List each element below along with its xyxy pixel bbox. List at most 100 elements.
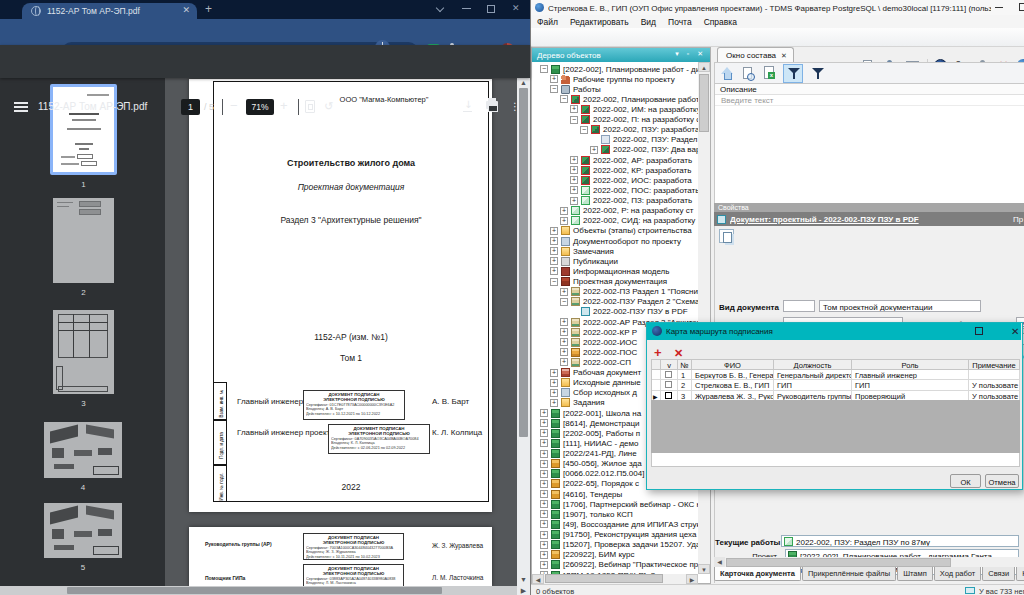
tdms-minimize-button[interactable]	[995, 7, 1003, 8]
pdf-vertical-scrollbar[interactable]: ▲ ▼	[517, 78, 530, 586]
document-title-link[interactable]: Документ: проектный - 2022-002-ПЗУ ПЗУ в…	[730, 215, 1000, 224]
menu-Редактировать[interactable]: Редактировать	[564, 15, 635, 27]
expand-icon[interactable]: +	[550, 237, 558, 245]
scrollbar-corner[interactable]: ▶	[517, 586, 530, 595]
browser-close-button[interactable]: ✕	[512, 4, 520, 13]
expand-icon[interactable]: +	[550, 389, 558, 397]
vid-code-input[interactable]	[783, 300, 815, 312]
zoom-out-icon[interactable]: −	[230, 98, 238, 113]
page-number-input[interactable]: 1	[181, 99, 200, 115]
expand-icon[interactable]: +	[540, 429, 548, 437]
expand-icon[interactable]: +	[550, 227, 558, 235]
expand-icon[interactable]: +	[540, 480, 548, 488]
tree-vertical-scrollbar[interactable]: ▲ ▼	[698, 62, 710, 574]
browser-maximize-button[interactable]	[487, 5, 495, 13]
dialog-close-button[interactable]: ✕	[1011, 326, 1019, 337]
filter-input[interactable]: Введите текст	[715, 95, 1024, 106]
expand-icon[interactable]: +	[550, 369, 558, 377]
expand-icon[interactable]: +	[540, 409, 548, 417]
expand-icon[interactable]: +	[540, 500, 548, 508]
page-thumbnail-4[interactable]	[44, 422, 122, 478]
tdms-maximize-button[interactable]	[1019, 3, 1024, 11]
ok-button[interactable]: ОК	[950, 474, 981, 488]
expand-icon[interactable]: +	[560, 358, 568, 366]
expand-icon[interactable]: +	[540, 561, 548, 569]
collapse-icon[interactable]: −	[580, 126, 588, 134]
tab-Карточка документа[interactable]: Карточка документа	[714, 567, 801, 581]
pdf-horizontal-scrollbar[interactable]	[0, 586, 517, 595]
fit-page-icon[interactable]	[305, 100, 315, 113]
add-row-icon[interactable]: +	[654, 345, 662, 360]
expand-icon[interactable]: +	[590, 146, 598, 154]
browser-tab[interactable]: 1152-АР Том АР-ЭП.pdf ✕	[22, 3, 197, 19]
menu-Вид[interactable]: Вид	[635, 15, 662, 27]
collapse-icon[interactable]: −	[550, 278, 558, 286]
new-tab-button[interactable]: +	[205, 2, 212, 16]
rotate-icon[interactable]: ↻	[324, 100, 333, 113]
current-work-field[interactable]: 2022-002, ПЗУ: Раздел ПЗУ по 87му	[781, 535, 1019, 547]
expand-icon[interactable]: +	[550, 399, 558, 407]
expand-icon[interactable]: +	[540, 541, 548, 549]
row-checkbox[interactable]	[665, 371, 672, 378]
expand-icon[interactable]: +	[560, 348, 568, 356]
print-icon[interactable]	[486, 101, 498, 109]
page-thumbnail-5[interactable]	[44, 503, 122, 558]
menu-Справка[interactable]: Справка	[698, 15, 743, 27]
tab-Связи[interactable]: Связи	[982, 567, 1015, 581]
tab-close-icon[interactable]: ✕	[182, 5, 190, 15]
panel-buttons[interactable]: ▾ ▫ ✕	[675, 50, 706, 58]
search-document-icon[interactable]	[743, 67, 752, 79]
expand-icon[interactable]: +	[560, 207, 568, 215]
expand-icon[interactable]: +	[540, 551, 548, 559]
tab-close-icon[interactable]: ✕	[781, 52, 787, 59]
expand-icon[interactable]: +	[560, 217, 568, 225]
download-icon[interactable]: ↓	[464, 99, 472, 110]
expand-icon[interactable]: +	[540, 470, 548, 478]
cancel-button[interactable]: Отмена	[985, 474, 1019, 488]
tab-search-icon[interactable]	[436, 4, 444, 12]
pdf-menu-icon[interactable]	[14, 102, 28, 112]
collapse-icon[interactable]: −	[540, 65, 548, 73]
copy-button[interactable]	[719, 229, 734, 243]
tab-Ход работ[interactable]: Ход работ	[934, 567, 981, 581]
expand-icon[interactable]: +	[550, 247, 558, 255]
excel-export-icon[interactable]	[764, 66, 774, 79]
tab-Штамп[interactable]: Штамп	[897, 567, 933, 581]
expand-icon[interactable]: +	[550, 379, 558, 387]
expand-icon[interactable]: +	[560, 288, 568, 296]
up-arrow-icon[interactable]	[720, 66, 734, 80]
form-horizontal-scrollbar[interactable]: ◀	[714, 557, 1024, 567]
collapse-icon[interactable]: −	[560, 95, 568, 103]
expand-icon[interactable]: +	[540, 531, 548, 539]
collapse-icon[interactable]: −	[550, 85, 558, 93]
expand-icon[interactable]: +	[560, 318, 568, 326]
dialog-maximize-button[interactable]	[975, 327, 983, 335]
expand-icon[interactable]: +	[550, 267, 558, 275]
zoom-level[interactable]: 71%	[246, 99, 274, 115]
expand-icon[interactable]: +	[570, 105, 578, 113]
expand-icon[interactable]: +	[540, 490, 548, 498]
zoom-in-icon[interactable]: +	[280, 98, 288, 113]
column-header[interactable]: Описание	[715, 84, 1024, 95]
expand-icon[interactable]: +	[570, 186, 578, 194]
filter-button-selected[interactable]	[783, 64, 803, 83]
row-checkbox[interactable]	[665, 381, 672, 388]
expand-icon[interactable]: +	[570, 176, 578, 184]
menu-Файл[interactable]: Файл	[531, 15, 564, 27]
expand-icon[interactable]: +	[540, 510, 548, 518]
filter-edit-icon[interactable]	[811, 67, 825, 80]
expand-icon[interactable]: +	[540, 520, 548, 528]
expand-icon[interactable]: +	[560, 338, 568, 346]
expand-icon[interactable]: +	[570, 197, 578, 205]
page-thumbnail-1[interactable]	[50, 84, 117, 175]
expand-icon[interactable]: +	[550, 257, 558, 265]
tab-Комментарии[interactable]: Комментарии	[1016, 567, 1024, 581]
expand-icon[interactable]: +	[540, 439, 548, 447]
tree-horizontal-scrollbar[interactable]: ◀ ▶	[532, 574, 698, 584]
page-thumbnail-2[interactable]	[53, 198, 114, 283]
expand-icon[interactable]: +	[540, 450, 548, 458]
expand-icon[interactable]: +	[550, 75, 558, 83]
pdf-more-icon[interactable]: ⋮	[510, 101, 520, 112]
browser-minimize-button[interactable]	[462, 8, 471, 9]
collapse-icon[interactable]: −	[560, 298, 568, 306]
